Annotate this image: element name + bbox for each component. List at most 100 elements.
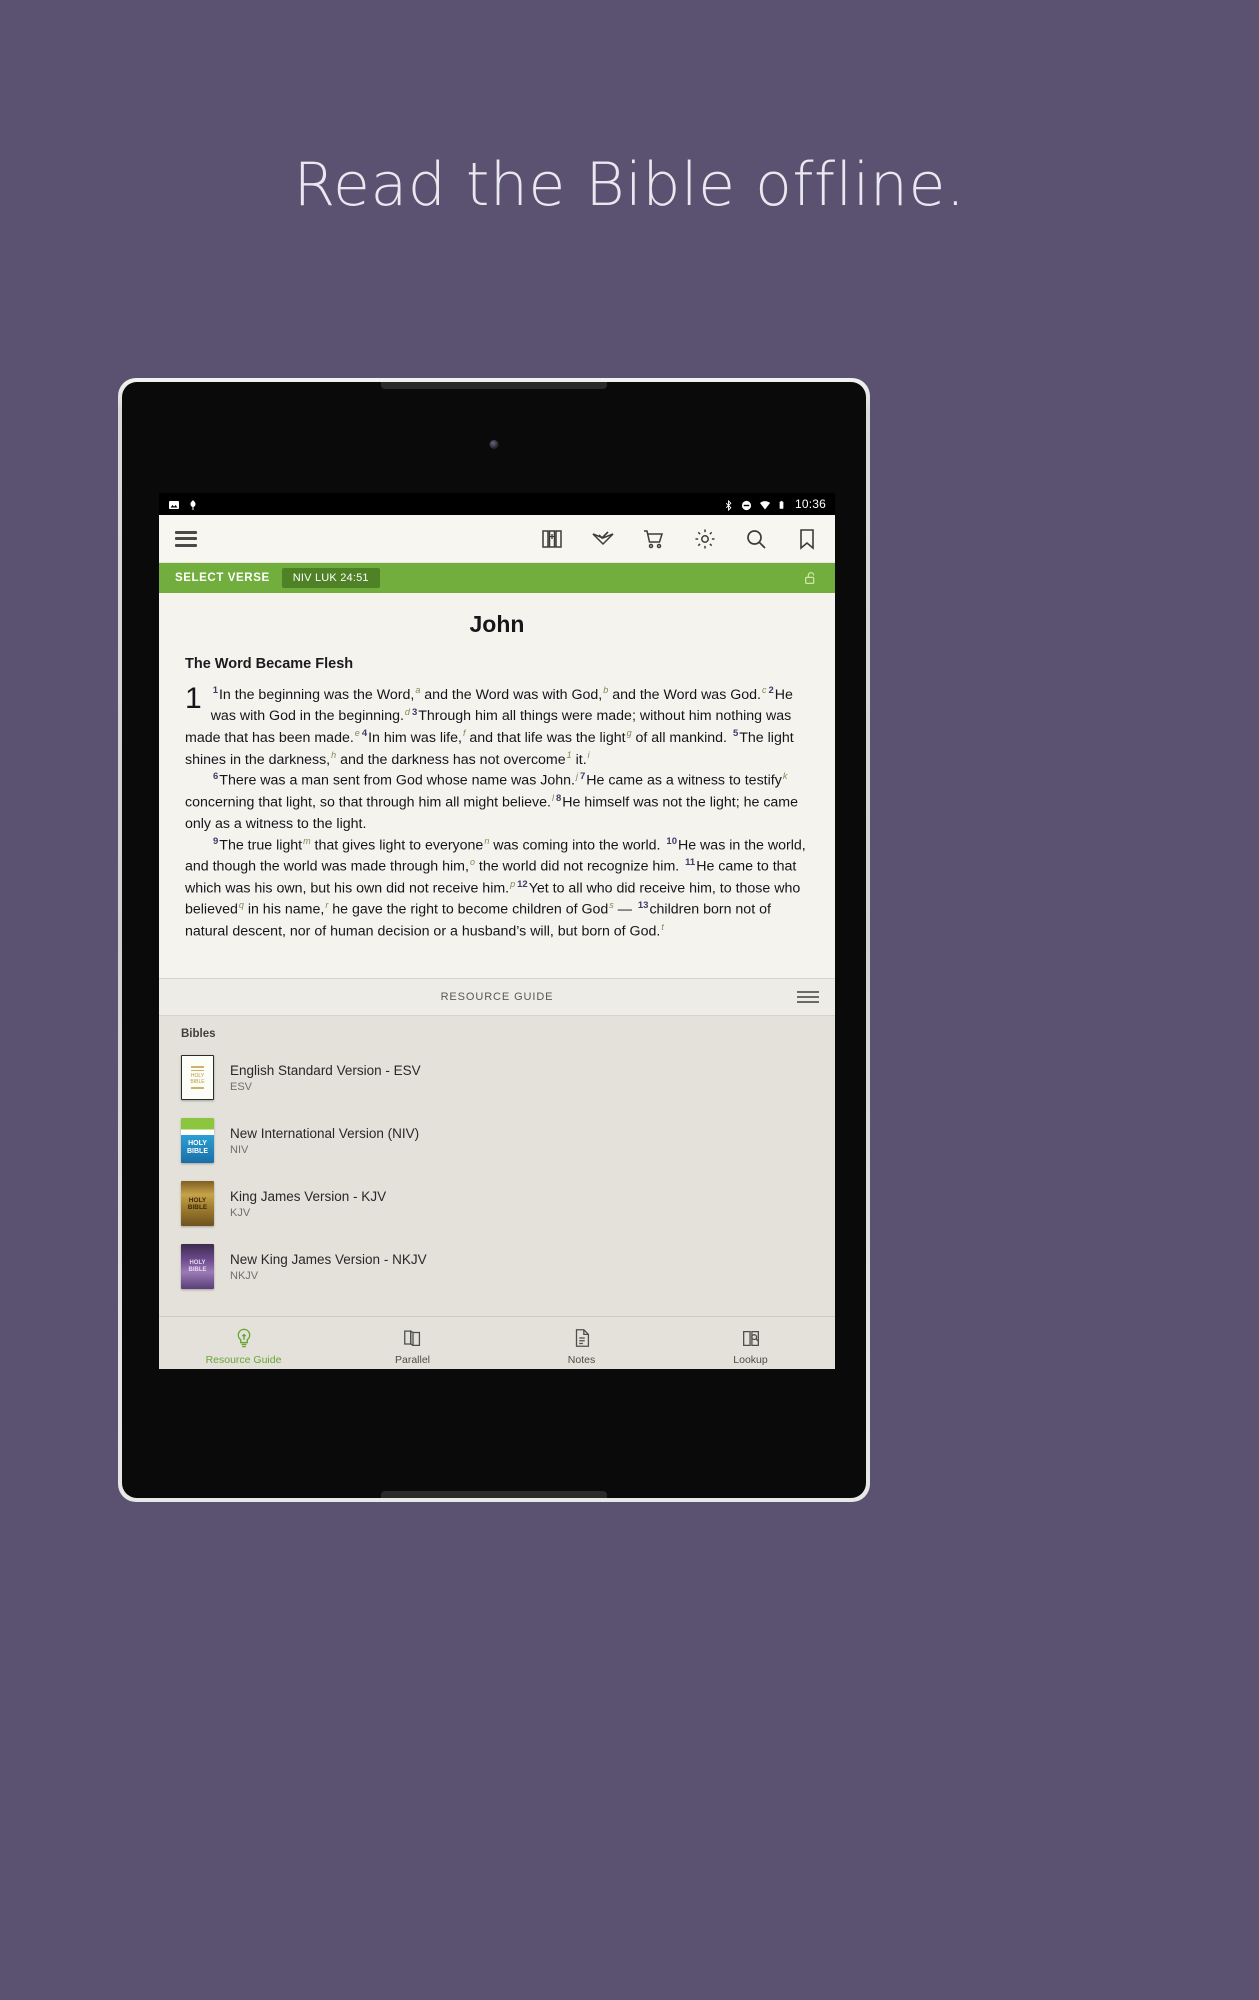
store-button[interactable]	[642, 527, 666, 551]
footnote-marker[interactable]: k	[782, 771, 788, 781]
tab-label: Parallel	[394, 1354, 431, 1366]
verse-number[interactable]: 13	[636, 900, 650, 911]
footnote-marker[interactable]: i	[587, 750, 590, 760]
lightbulb-icon	[233, 1327, 255, 1349]
reading-plan-button[interactable]	[591, 527, 615, 551]
verse-paragraph: 1In the beginning was the Word,a and the…	[185, 685, 794, 768]
verse-number[interactable]: 1	[211, 685, 219, 696]
bible-cover-icon: HOLY BIBLE	[181, 1244, 214, 1289]
verse-text: In the beginning was the Word,	[218, 686, 415, 703]
bible-text-block: New King James Version - NKJV NKJV	[230, 1252, 427, 1282]
verse-number[interactable]: 4	[360, 728, 368, 739]
verse-text: the world did not recognize him.	[474, 858, 684, 875]
chapter-number: 1	[185, 682, 202, 715]
battery-icon	[777, 498, 789, 510]
resource-guide-bar-label: RESOURCE GUIDE	[440, 991, 554, 1003]
tab-lookup[interactable]: Lookup	[666, 1317, 835, 1369]
verse-text: it.	[571, 751, 587, 768]
grip-line	[797, 1001, 819, 1003]
bible-abbreviation: NKJV	[230, 1269, 259, 1282]
verse-text: and that life was the light	[465, 729, 626, 746]
bible-list-item[interactable]: HOLY BIBLE New King James Version - NKJV NK…	[159, 1235, 835, 1298]
verse-number[interactable]: 5	[731, 728, 739, 739]
grip-line	[797, 991, 819, 993]
verse-number[interactable]: 10	[664, 836, 678, 847]
toolbar-actions	[540, 527, 819, 551]
verse-text: and the Word was with God,	[420, 686, 603, 703]
verse-number[interactable]: 3	[410, 707, 418, 718]
notes-document-icon	[571, 1327, 593, 1349]
bible-abbreviation: KJV	[230, 1206, 251, 1219]
verse-text: concerning that light, so that through h…	[185, 794, 551, 811]
drag-handle-icon[interactable]	[797, 991, 819, 1003]
bible-name: English Standard Version - ESV	[230, 1062, 421, 1078]
bottom-tab-bar: Resource Guide Parallel Notes Lookup	[159, 1316, 835, 1369]
book-title: John	[469, 611, 525, 637]
footnote-marker[interactable]: c	[761, 685, 767, 695]
hamburger-line	[175, 530, 197, 534]
verse-number[interactable]: 11	[683, 857, 696, 868]
resource-guide-bar[interactable]: RESOURCE GUIDE	[159, 978, 835, 1016]
verse-text: —	[613, 902, 636, 919]
verse-text: He came as a witness to testify	[586, 773, 782, 790]
verse-number[interactable]: 8	[554, 793, 562, 804]
menu-button[interactable]	[175, 530, 197, 547]
bible-cover-icon: HOLY BIBLE	[181, 1181, 214, 1226]
resource-guide-panel: Bibles HOLY BIBLE English Standard Version…	[159, 1016, 835, 1316]
verse-text: that gives light to everyone	[310, 837, 484, 854]
bible-text-block: King James Version - KJV KJV	[230, 1189, 386, 1219]
promo-headline: Read the Bible offline.	[293, 150, 966, 220]
android-status-bar: 10:36	[159, 493, 835, 515]
bible-list-item[interactable]: HOLY BIBLE King James Version - KJV KJV	[159, 1172, 835, 1235]
dnd-icon	[741, 498, 753, 511]
bible-text-block: New International Version (NIV) NIV	[230, 1126, 419, 1156]
bottom-speaker	[381, 1491, 607, 1498]
unlock-icon[interactable]	[803, 570, 819, 586]
verse-number[interactable]: 2	[767, 685, 775, 696]
scripture-pane[interactable]: John The Word Became Flesh 1 1In the beg…	[159, 593, 835, 978]
settings-button[interactable]	[693, 527, 717, 551]
parallel-books-icon	[402, 1327, 424, 1349]
bible-abbreviation: ESV	[230, 1080, 253, 1093]
select-verse-bar[interactable]: SELECT VERSE NIV LUK 24:51	[159, 563, 835, 593]
footnote-marker[interactable]: m	[302, 836, 311, 846]
bibles-list: HOLY BIBLE English Standard Version - ESV E…	[159, 1046, 835, 1298]
tab-label: Resource Guide	[205, 1354, 282, 1366]
bible-name: New King James Version - NKJV	[230, 1251, 427, 1267]
grip-line	[797, 996, 819, 998]
status-bar-clock: 10:36	[794, 497, 826, 511]
tab-notes[interactable]: Notes	[497, 1317, 666, 1369]
app-toolbar	[159, 515, 835, 563]
bible-list-item[interactable]: HOLY BIBLE New International Version (NIV)…	[159, 1109, 835, 1172]
tab-label: Lookup	[733, 1354, 768, 1366]
bible-name: New International Version (NIV)	[230, 1125, 420, 1141]
scripture-text: 1 1In the beginning was the Word,a and t…	[185, 684, 809, 943]
search-button[interactable]	[744, 527, 768, 551]
verse-number[interactable]: 7	[578, 771, 586, 782]
verse-text: There was a man sent from God whose name…	[219, 773, 575, 790]
footnote-marker[interactable]: t	[660, 922, 664, 932]
bible-cover-icon: HOLY BIBLE	[181, 1118, 214, 1163]
footnote-marker[interactable]: e	[354, 728, 360, 738]
verse-reference-chip[interactable]: NIV LUK 24:51	[281, 568, 380, 588]
tab-parallel[interactable]: Parallel	[328, 1317, 497, 1369]
wifi-icon	[759, 498, 771, 510]
bible-name: King James Version - KJV	[230, 1188, 387, 1204]
library-button[interactable]	[540, 527, 564, 551]
verse-number[interactable]: 12	[515, 879, 529, 890]
tablet-bezel: 10:36 SELECT VERSE NIV LUK 24:51 John Th…	[122, 382, 866, 1498]
verse-text: was coming into the world.	[489, 837, 665, 854]
hamburger-line	[175, 537, 197, 540]
bible-list-item[interactable]: HOLY BIBLE English Standard Version - ESV E…	[159, 1046, 835, 1109]
select-verse-label: SELECT VERSE	[175, 572, 270, 584]
bookmark-button[interactable]	[795, 527, 819, 551]
bible-cover-icon: HOLY BIBLE	[181, 1055, 214, 1100]
device-screen: 10:36 SELECT VERSE NIV LUK 24:51 John Th…	[159, 493, 835, 1369]
tab-resource-guide[interactable]: Resource Guide	[159, 1317, 328, 1369]
verse-text: and the Word was God.	[608, 686, 761, 703]
bible-abbreviation: NIV	[230, 1143, 249, 1156]
verse-text: and the darkness has not overcome	[336, 751, 566, 768]
front-camera-icon	[489, 440, 499, 449]
hamburger-line	[175, 543, 197, 547]
bible-text-block: English Standard Version - ESV ESV	[230, 1063, 421, 1093]
